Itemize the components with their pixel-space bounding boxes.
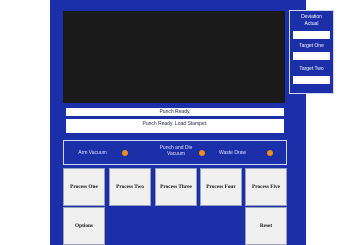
arm-vacuum-label: Arm Vacuum	[78, 150, 107, 156]
waste-draw-indicator	[267, 150, 273, 156]
process-three-button[interactable]: Process Three	[155, 168, 197, 206]
arm-vacuum-indicator	[122, 150, 128, 156]
process-four-button[interactable]: Process Four	[200, 168, 242, 206]
status-line-secondary: Punch Ready. Load Stamper.	[66, 119, 284, 133]
target-one-label: Target One	[299, 43, 324, 49]
process-one-button[interactable]: Process One	[63, 168, 105, 206]
process-five-button[interactable]: Process Five	[245, 168, 287, 206]
actual-field[interactable]	[293, 31, 330, 39]
indicator-row: Arm Vacuum Punch and Die Vacuum Waste Dr…	[63, 140, 287, 165]
target-one-field[interactable]	[293, 52, 330, 60]
status-line-primary: Punch Ready.	[66, 108, 284, 116]
options-button[interactable]: Options	[63, 207, 105, 245]
process-two-button[interactable]: Process Two	[109, 168, 151, 206]
target-two-label: Target Two	[299, 66, 324, 72]
measurement-panel: Deviation Actual Target One Target Two	[289, 10, 334, 94]
deviation-label: Deviation	[301, 14, 322, 20]
reset-button[interactable]: Reset	[245, 207, 287, 245]
waste-draw-label: Waste Draw	[218, 150, 247, 156]
punch-die-vacuum-indicator	[199, 150, 205, 156]
actual-label: Actual	[304, 21, 319, 27]
target-two-field[interactable]	[293, 76, 330, 84]
camera-view-screen	[63, 11, 285, 103]
punch-die-vacuum-label: Punch and Die Vacuum	[159, 145, 193, 157]
